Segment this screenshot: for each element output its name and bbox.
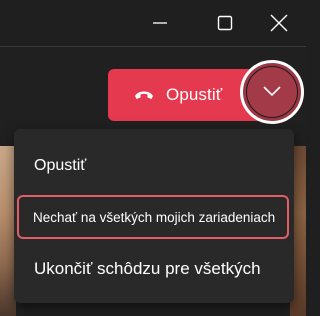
leave-button[interactable]: Opustiť: [108, 69, 258, 121]
menu-item-keep-on-devices[interactable]: Nechať na všetkých mojich zariadeniach: [17, 195, 289, 239]
leave-options-menu: Opustiť Nechať na všetkých mojich zariad…: [14, 129, 294, 303]
leave-options-focus-ring: [246, 66, 298, 118]
menu-item-leave[interactable]: Opustiť: [14, 157, 294, 175]
chevron-down-icon: [263, 83, 281, 101]
leave-button-label: Opustiť: [166, 85, 223, 104]
menu-item-end-meeting-for-all[interactable]: Ukončiť schôdzu pre všetkých: [14, 259, 294, 279]
leave-options-button[interactable]: [240, 60, 304, 124]
window-titlebar: [0, 0, 306, 46]
phone-hangup-icon: [134, 89, 154, 101]
close-icon[interactable]: [262, 6, 296, 40]
minimize-icon[interactable]: [143, 6, 177, 40]
maximize-icon[interactable]: [208, 6, 242, 40]
